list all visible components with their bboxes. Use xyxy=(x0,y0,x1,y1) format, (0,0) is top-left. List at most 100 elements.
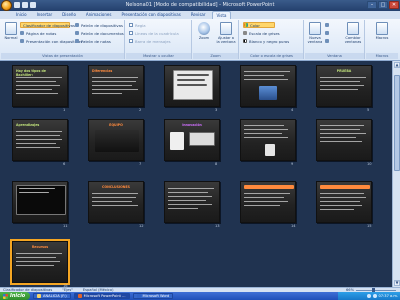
move-split-button[interactable] xyxy=(325,38,329,44)
zoom-button[interactable]: Zoom xyxy=(196,22,212,50)
vertical-scrollbar[interactable]: ▲ ▼ xyxy=(392,61,400,287)
slide-thumbnail[interactable] xyxy=(12,181,68,223)
taskbar-item-powerpoint[interactable]: Microsoft PowerPoint ... xyxy=(73,293,130,299)
slide-thumbnail[interactable] xyxy=(164,181,220,223)
tab-revisar[interactable]: Revisar xyxy=(187,11,210,19)
slide-thumbnail[interactable]: Hay dos tipos de Bachiller: xyxy=(12,65,68,107)
slideshow-button[interactable]: Presentación con diapositivas xyxy=(20,38,82,44)
start-button[interactable]: Inicio xyxy=(0,292,30,300)
slide-number: 10 xyxy=(367,162,372,166)
slide-thumbnail[interactable] xyxy=(164,65,220,107)
title-bar: Nelsona01 [Modo de compatibilidad] - Mic… xyxy=(0,0,400,11)
slide-thumbnail[interactable] xyxy=(240,181,296,223)
black-white-button[interactable]: Blanco y negro puros xyxy=(243,38,289,44)
slide-number: 9 xyxy=(291,162,294,166)
macros-button[interactable]: Macros xyxy=(374,22,390,50)
tray-icon[interactable] xyxy=(366,294,371,298)
tab-diseno[interactable]: Diseño xyxy=(58,11,80,19)
slide-image xyxy=(170,132,184,150)
switch-windows-icon xyxy=(347,22,359,35)
ruler-checkbox[interactable]: Regla xyxy=(129,22,146,28)
gridlines-checkbox[interactable]: Líneas de la cuadrícula xyxy=(129,30,179,36)
tab-vista[interactable]: Vista xyxy=(211,11,232,19)
slide-thumbnail[interactable]: Innovación xyxy=(164,119,220,161)
handout-master-button[interactable]: Patrón de documentos xyxy=(75,30,124,36)
notes-master-button[interactable]: Patrón de notas xyxy=(75,38,111,44)
windows-logo-icon xyxy=(3,293,8,299)
notes-master-icon xyxy=(75,39,79,43)
new-window-icon xyxy=(309,22,321,35)
scroll-down-icon[interactable]: ▼ xyxy=(394,280,400,286)
gridlines-check-icon xyxy=(129,31,133,35)
slide-thumbnail[interactable] xyxy=(240,65,296,107)
grayscale-button[interactable]: Escala de grises xyxy=(243,30,280,36)
scrollbar-thumb[interactable] xyxy=(394,75,400,171)
group-label-window: Ventana xyxy=(305,53,364,59)
group-window: Nueva ventana Cambiar ventanas Ventana xyxy=(305,20,365,59)
folder-icon xyxy=(37,294,41,298)
group-label-show-hide: Mostrar u ocultar xyxy=(126,53,191,59)
switch-windows-button[interactable]: Cambiar ventanas xyxy=(343,22,363,50)
slide-number: 2 xyxy=(139,108,142,112)
slide-number: 6 xyxy=(63,162,66,166)
tab-insertar[interactable]: Insertar xyxy=(33,11,57,19)
macros-icon xyxy=(376,22,388,35)
clock: 07:37 a.m. xyxy=(378,294,399,298)
slide-number: 7 xyxy=(139,162,142,166)
slide-master-icon xyxy=(75,23,79,27)
new-window-button[interactable]: Nueva ventana xyxy=(307,22,323,50)
arrange-all-button[interactable] xyxy=(325,22,329,28)
scroll-up-icon[interactable]: ▲ xyxy=(394,62,400,68)
taskbar-item-word[interactable]: Microsoft Word xyxy=(132,293,174,299)
slide-number: 3 xyxy=(215,108,218,112)
group-label-macros: Macros xyxy=(366,53,398,59)
fit-to-window-button[interactable]: Ajustar a la ventana xyxy=(216,22,236,50)
cascade-button[interactable] xyxy=(325,30,329,36)
tab-animaciones[interactable]: Animaciones xyxy=(82,11,116,19)
message-bar-checkbox[interactable]: Barra de mensajes xyxy=(129,38,171,44)
taskbar-item-folder[interactable]: ANALICIA (F:) xyxy=(33,293,71,299)
taskbar: Inicio ANALICIA (F:) Microsoft PowerPoin… xyxy=(0,292,400,300)
slide-thumbnail[interactable]: Diferencias xyxy=(88,65,144,107)
slide-number: 12 xyxy=(139,224,144,228)
slide-thumbnail-selected[interactable]: Recursos xyxy=(10,239,70,285)
slide-number: 11 xyxy=(63,224,68,228)
slide-thumbnail[interactable]: EQUIPO xyxy=(88,119,144,161)
slide-thumbnail[interactable] xyxy=(316,119,372,161)
tray-icon[interactable] xyxy=(372,294,377,298)
slide-image xyxy=(189,132,215,146)
arrange-icon xyxy=(325,23,329,27)
slide-thumbnail[interactable] xyxy=(240,119,296,161)
notes-page-button[interactable]: Página de notas xyxy=(20,30,56,36)
minimize-button[interactable]: – xyxy=(367,1,377,9)
slide-number: 15 xyxy=(367,224,372,228)
group-views: Normal Clasificador de diapositivas Pági… xyxy=(1,20,125,59)
grayscale-icon xyxy=(243,31,247,35)
word-icon xyxy=(136,294,141,298)
slide-thumbnail[interactable]: PRUEBA xyxy=(316,65,372,107)
slide-thumbnail[interactable]: CONCLUSIONES xyxy=(88,181,144,223)
split-icon xyxy=(325,39,329,43)
maximize-button[interactable]: □ xyxy=(378,1,388,9)
group-show-hide: Regla Líneas de la cuadrícula Barra de m… xyxy=(126,20,192,59)
slide-image xyxy=(259,86,277,100)
fit-window-icon xyxy=(220,22,232,35)
normal-view-button[interactable]: Normal xyxy=(3,22,19,50)
slide-number: 5 xyxy=(367,108,370,112)
close-button[interactable]: ✕ xyxy=(389,1,399,9)
slide-sorter-button[interactable]: Clasificador de diapositivas xyxy=(20,22,75,28)
zoom-slider[interactable] xyxy=(356,287,396,293)
tab-inicio[interactable]: Inicio xyxy=(12,11,31,19)
slide-number: 14 xyxy=(291,224,296,228)
slide-thumbnail[interactable] xyxy=(316,181,372,223)
window-title: Nelsona01 [Modo de compatibilidad] - Mic… xyxy=(125,2,275,8)
ribbon: Normal Clasificador de diapositivas Pági… xyxy=(0,19,400,61)
tab-presentacion[interactable]: Presentación con diapositivas xyxy=(117,11,184,19)
color-icon xyxy=(244,23,248,27)
group-label-zoom: Zoom xyxy=(193,53,238,59)
slide-number: 1 xyxy=(63,108,66,112)
system-tray: 07:37 a.m. xyxy=(338,292,400,300)
slide-thumbnail[interactable]: Aprendizajes xyxy=(12,119,68,161)
color-button[interactable]: Color xyxy=(243,22,275,28)
slide-master-button[interactable]: Patrón de diapositivas xyxy=(75,22,123,28)
